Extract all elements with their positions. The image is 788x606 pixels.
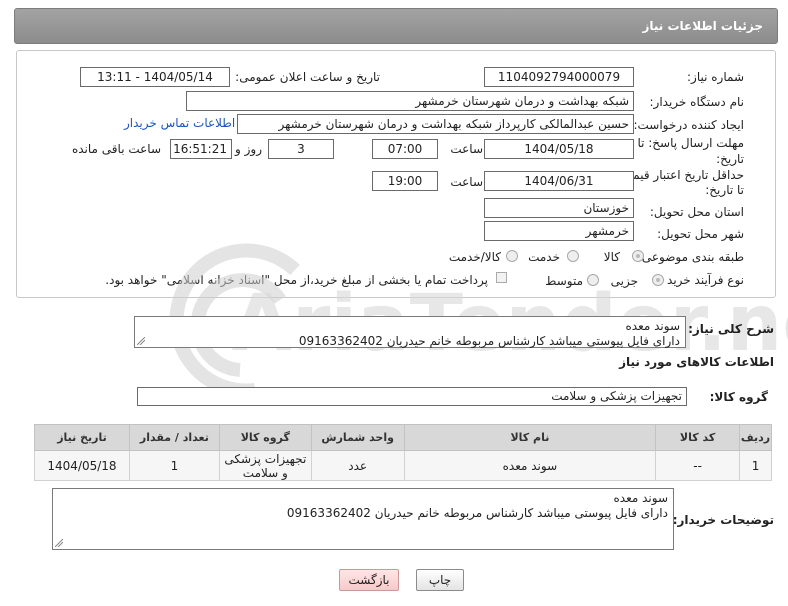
days-label: روز و bbox=[235, 142, 262, 156]
cell-item-code: -- bbox=[655, 450, 741, 481]
cell-item-name: سوند معده bbox=[403, 450, 657, 481]
days-remaining-field: 3 bbox=[268, 139, 334, 159]
remaining-time-label: ساعت باقی مانده bbox=[71, 142, 161, 156]
creator-label: ایجاد کننده درخواست: bbox=[633, 118, 744, 132]
announce-date-label: تاریخ و ساعت اعلان عمومی: bbox=[235, 70, 380, 84]
category-option-goods: کالا bbox=[603, 250, 620, 264]
goods-section-title: اطلاعات کالاهای مورد نیاز bbox=[619, 355, 774, 369]
price-validity-time-field: 19:00 bbox=[372, 171, 438, 191]
col-unit: واحد شمارش bbox=[310, 424, 405, 451]
price-validity-date-field: 1404/06/31 bbox=[484, 171, 634, 191]
col-item-name: نام کالا bbox=[403, 424, 657, 451]
buyer-notes-textarea: سوند معده دارای فایل پیوستی میباشد کارشن… bbox=[52, 488, 674, 550]
category-option-service: خدمت bbox=[528, 250, 560, 264]
buyer-notes-line-1: سوند معده bbox=[613, 491, 668, 505]
goods-group-label: گروه کالا: bbox=[709, 390, 768, 404]
summary-label: شرح کلی نیاز: bbox=[688, 322, 774, 336]
items-table: ردیف کد کالا نام کالا واحد شمارش گروه کا… bbox=[34, 424, 772, 481]
cell-unit: عدد bbox=[310, 450, 405, 481]
col-item-code: کد کالا bbox=[655, 424, 741, 451]
category-radio-service[interactable] bbox=[567, 250, 579, 262]
buyer-org-field: شبکه بهداشت و درمان شهرستان خرمشهر bbox=[186, 91, 634, 111]
province-field: خوزستان bbox=[484, 198, 634, 218]
buyer-org-label: نام دستگاه خریدار: bbox=[649, 95, 745, 109]
announce-date-field: 1404/05/14 - 13:11 bbox=[80, 67, 230, 87]
category-radio-goods[interactable] bbox=[632, 250, 644, 262]
page-title: جزئیات اطلاعات نیاز bbox=[642, 19, 763, 33]
category-radio-goods-service[interactable] bbox=[506, 250, 518, 262]
deadline-date-field: 1404/05/18 bbox=[484, 139, 634, 159]
table-row: 1 -- سوند معده عدد تجهیزات پزشکی و سلامت… bbox=[34, 450, 772, 481]
process-option-minor: جزیی bbox=[610, 274, 638, 288]
page-header: جزئیات اطلاعات نیاز bbox=[14, 8, 778, 44]
treasury-payment-note: پرداخت تمام یا بخشی از مبلغ خرید،از محل … bbox=[105, 273, 488, 287]
back-button[interactable]: بازگشت bbox=[339, 569, 399, 591]
cell-need-date: 1404/05/18 bbox=[34, 450, 130, 481]
resize-grip-icon[interactable] bbox=[137, 337, 145, 345]
price-validity-label-2: تا تاریخ: bbox=[705, 183, 744, 197]
process-type-label: نوع فرآیند خرید : bbox=[659, 273, 744, 287]
resize-grip-icon[interactable] bbox=[55, 539, 63, 547]
remaining-time-field: 16:51:21 bbox=[170, 139, 232, 159]
price-validity-label-1: حداقل تاریخ اعتبار قیمت: bbox=[617, 168, 744, 182]
goods-group-field: تجهیزات پزشکی و سلامت bbox=[137, 387, 687, 406]
summary-textarea: سوند معده دارای فایل پیوستی میباشد کارشن… bbox=[134, 316, 686, 348]
deadline-hour-label: ساعت bbox=[450, 142, 483, 156]
summary-line-2: دارای فایل پیوستی میباشد کارشناس مربوطه … bbox=[298, 334, 680, 348]
cell-quantity: 1 bbox=[128, 450, 220, 481]
deadline-time-field: 07:00 bbox=[372, 139, 438, 159]
col-row-number: ردیف bbox=[739, 424, 772, 451]
need-number-field: 1104092794000079 bbox=[484, 67, 634, 87]
process-radio-medium[interactable] bbox=[587, 274, 599, 286]
process-option-medium: متوسط bbox=[545, 274, 583, 288]
buyer-notes-line-2: دارای فایل پیوستی میباشد کارشناس مربوطه … bbox=[286, 506, 668, 520]
price-validity-hour-label: ساعت bbox=[450, 175, 483, 189]
deadline-label-1: مهلت ارسال پاسخ: تا bbox=[637, 136, 744, 150]
buyer-contact-link[interactable]: اطلاعات تماس خریدار bbox=[124, 116, 235, 130]
cell-row-number: 1 bbox=[739, 450, 772, 481]
need-number-label: شماره نیاز: bbox=[687, 70, 744, 84]
summary-line-1: سوند معده bbox=[625, 319, 680, 333]
creator-field: حسین عبدالمالکی کارپرداز شبکه بهداشت و د… bbox=[237, 114, 634, 134]
province-label: استان محل تحویل: bbox=[649, 205, 744, 219]
city-field: خرمشهر bbox=[484, 221, 634, 241]
buyer-notes-label: توضیحات خریدار: bbox=[672, 513, 774, 527]
category-label: طبقه بندی موضوعی: bbox=[637, 250, 744, 264]
deadline-label-2: تاریخ: bbox=[716, 152, 744, 166]
process-radio-minor[interactable] bbox=[652, 274, 664, 286]
treasury-payment-checkbox[interactable] bbox=[496, 272, 507, 283]
items-table-header: ردیف کد کالا نام کالا واحد شمارش گروه کا… bbox=[34, 424, 772, 451]
print-button[interactable]: چاپ bbox=[416, 569, 464, 591]
category-option-goods-service: کالا/خدمت bbox=[448, 250, 501, 264]
col-quantity: تعداد / مقدار bbox=[128, 424, 220, 451]
col-item-group: گروه کالا bbox=[218, 424, 312, 451]
city-label: شهر محل تحویل: bbox=[657, 227, 744, 241]
cell-item-group: تجهیزات پزشکی و سلامت bbox=[218, 450, 312, 481]
col-need-date: تاریخ نیاز bbox=[34, 424, 130, 451]
